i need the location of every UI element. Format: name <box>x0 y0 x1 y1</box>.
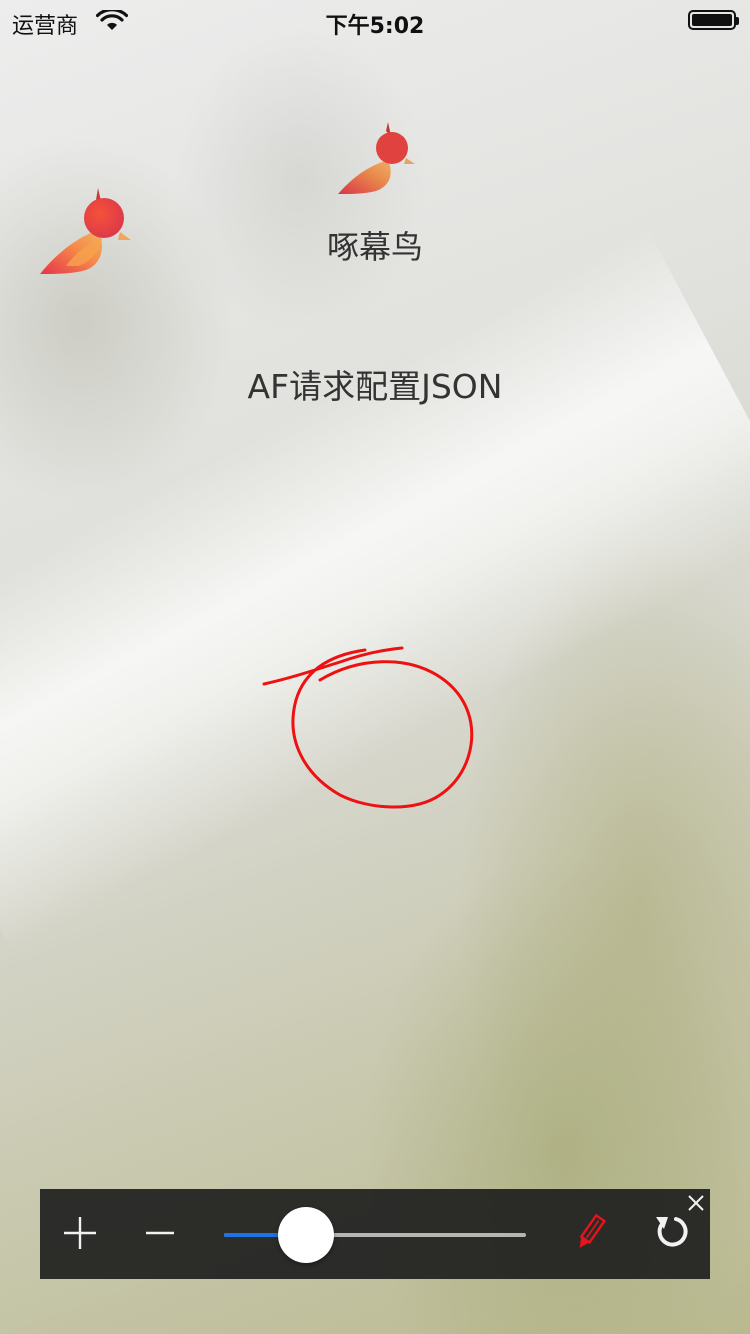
app-name: 啄幕鸟 <box>326 228 423 266</box>
clock: 下午5:02 <box>325 14 425 39</box>
status-bar: 运营商 下午5:02 <box>0 0 750 40</box>
battery-icon <box>688 10 739 30</box>
bird-logo-icon <box>338 122 415 194</box>
annotation-toolbar <box>40 1189 710 1279</box>
undo-icon[interactable] <box>650 1211 690 1251</box>
page-title[interactable]: AF请求配置JSON <box>0 360 750 408</box>
minus-icon[interactable] <box>140 1213 180 1253</box>
slider-thumb[interactable] <box>277 1207 334 1263</box>
pencil-icon[interactable] <box>570 1213 610 1253</box>
stroke-width-slider[interactable] <box>224 1207 526 1263</box>
close-icon[interactable] <box>686 1193 706 1213</box>
plus-icon[interactable] <box>60 1213 100 1253</box>
